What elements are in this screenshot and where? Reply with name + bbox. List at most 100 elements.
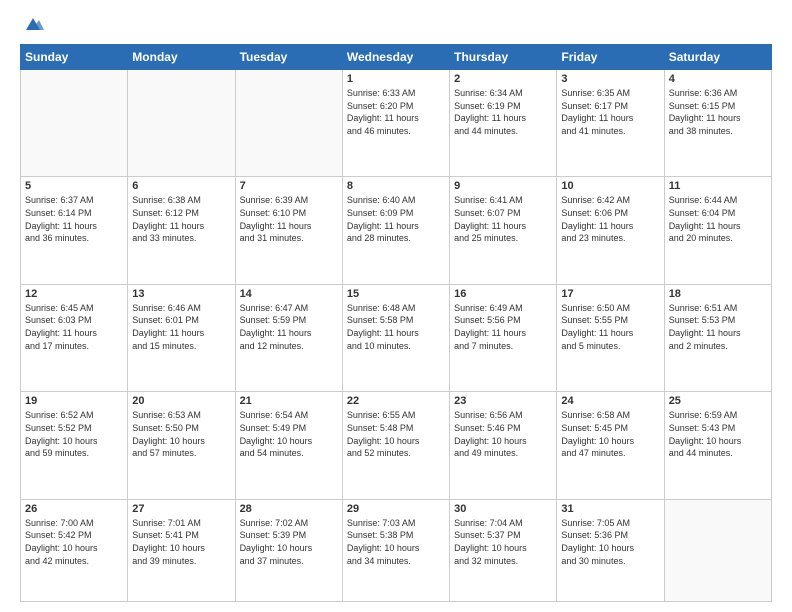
day-number: 15 bbox=[347, 288, 445, 300]
logo bbox=[20, 16, 44, 34]
weekday-header-row: SundayMondayTuesdayWednesdayThursdayFrid… bbox=[21, 45, 772, 70]
week-row-5: 26Sunrise: 7:00 AM Sunset: 5:42 PM Dayli… bbox=[21, 499, 772, 601]
weekday-header-monday: Monday bbox=[128, 45, 235, 70]
logo-icon bbox=[22, 16, 44, 34]
day-number: 6 bbox=[132, 180, 230, 192]
calendar-cell: 29 Sunrise: 7:03 AM Sunset: 5:38 PM Dayli… bbox=[342, 499, 449, 601]
calendar-cell bbox=[128, 70, 235, 177]
day-number: 5 bbox=[25, 180, 123, 192]
calendar-cell bbox=[664, 499, 771, 601]
day-number: 23 bbox=[454, 395, 552, 407]
calendar-cell: 31 Sunrise: 7:05 AM Sunset: 5:36 PM Dayli… bbox=[557, 499, 664, 601]
day-number: 25 bbox=[669, 395, 767, 407]
calendar-cell: 17 Sunrise: 6:50 AM Sunset: 5:55 PM Dayli… bbox=[557, 284, 664, 391]
calendar-cell: 25 Sunrise: 6:59 AM Sunset: 5:43 PM Dayli… bbox=[664, 392, 771, 499]
weekday-header-friday: Friday bbox=[557, 45, 664, 70]
calendar-cell: 4 Sunrise: 6:36 AM Sunset: 6:15 PM Daylig… bbox=[664, 70, 771, 177]
day-number: 8 bbox=[347, 180, 445, 192]
day-info: Sunrise: 6:50 AM Sunset: 5:55 PM Dayligh… bbox=[561, 302, 659, 352]
weekday-header-wednesday: Wednesday bbox=[342, 45, 449, 70]
header bbox=[20, 16, 772, 34]
day-number: 7 bbox=[240, 180, 338, 192]
calendar-cell: 28Sunrise: 7:02 AM Sunset: 5:39 PM Dayli… bbox=[235, 499, 342, 601]
day-info: Sunrise: 6:41 AM Sunset: 6:07 PM Dayligh… bbox=[454, 194, 552, 244]
day-info: Sunrise: 6:46 AM Sunset: 6:01 PM Dayligh… bbox=[132, 302, 230, 352]
day-info: Sunrise: 6:56 AM Sunset: 5:46 PM Dayligh… bbox=[454, 409, 552, 459]
calendar-cell: 8 Sunrise: 6:40 AM Sunset: 6:09 PM Daylig… bbox=[342, 177, 449, 284]
day-info: Sunrise: 6:39 AM Sunset: 6:10 PM Dayligh… bbox=[240, 194, 338, 244]
day-number: 11 bbox=[669, 180, 767, 192]
calendar-table: SundayMondayTuesdayWednesdayThursdayFrid… bbox=[20, 44, 772, 602]
day-number: 12 bbox=[25, 288, 123, 300]
calendar-cell: 19Sunrise: 6:52 AM Sunset: 5:52 PM Dayli… bbox=[21, 392, 128, 499]
calendar-cell: 27 Sunrise: 7:01 AM Sunset: 5:41 PM Dayli… bbox=[128, 499, 235, 601]
day-info: Sunrise: 6:54 AM Sunset: 5:49 PM Dayligh… bbox=[240, 409, 338, 459]
day-info: Sunrise: 6:59 AM Sunset: 5:43 PM Dayligh… bbox=[669, 409, 767, 459]
calendar-cell: 26Sunrise: 7:00 AM Sunset: 5:42 PM Dayli… bbox=[21, 499, 128, 601]
day-info: Sunrise: 6:34 AM Sunset: 6:19 PM Dayligh… bbox=[454, 87, 552, 137]
day-info: Sunrise: 6:58 AM Sunset: 5:45 PM Dayligh… bbox=[561, 409, 659, 459]
day-info: Sunrise: 6:47 AM Sunset: 5:59 PM Dayligh… bbox=[240, 302, 338, 352]
day-number: 30 bbox=[454, 503, 552, 515]
weekday-header-saturday: Saturday bbox=[664, 45, 771, 70]
calendar-cell: 5 Sunrise: 6:37 AM Sunset: 6:14 PM Daylig… bbox=[21, 177, 128, 284]
calendar-cell: 30 Sunrise: 7:04 AM Sunset: 5:37 PM Dayli… bbox=[450, 499, 557, 601]
calendar-cell: 1 Sunrise: 6:33 AM Sunset: 6:20 PM Daylig… bbox=[342, 70, 449, 177]
day-info: Sunrise: 6:35 AM Sunset: 6:17 PM Dayligh… bbox=[561, 87, 659, 137]
day-number: 29 bbox=[347, 503, 445, 515]
day-info: Sunrise: 6:33 AM Sunset: 6:20 PM Dayligh… bbox=[347, 87, 445, 137]
calendar-cell: 16Sunrise: 6:49 AM Sunset: 5:56 PM Dayli… bbox=[450, 284, 557, 391]
day-number: 2 bbox=[454, 73, 552, 85]
week-row-4: 19Sunrise: 6:52 AM Sunset: 5:52 PM Dayli… bbox=[21, 392, 772, 499]
day-number: 4 bbox=[669, 73, 767, 85]
day-info: Sunrise: 6:37 AM Sunset: 6:14 PM Dayligh… bbox=[25, 194, 123, 244]
calendar-cell: 15 Sunrise: 6:48 AM Sunset: 5:58 PM Dayli… bbox=[342, 284, 449, 391]
day-number: 17 bbox=[561, 288, 659, 300]
day-info: Sunrise: 6:44 AM Sunset: 6:04 PM Dayligh… bbox=[669, 194, 767, 244]
week-row-1: 1 Sunrise: 6:33 AM Sunset: 6:20 PM Daylig… bbox=[21, 70, 772, 177]
day-info: Sunrise: 7:01 AM Sunset: 5:41 PM Dayligh… bbox=[132, 517, 230, 567]
calendar-cell: 12 Sunrise: 6:45 AM Sunset: 6:03 PM Dayli… bbox=[21, 284, 128, 391]
week-row-3: 12 Sunrise: 6:45 AM Sunset: 6:03 PM Dayli… bbox=[21, 284, 772, 391]
day-info: Sunrise: 6:52 AM Sunset: 5:52 PM Dayligh… bbox=[25, 409, 123, 459]
calendar-cell: 13 Sunrise: 6:46 AM Sunset: 6:01 PM Dayli… bbox=[128, 284, 235, 391]
week-row-2: 5 Sunrise: 6:37 AM Sunset: 6:14 PM Daylig… bbox=[21, 177, 772, 284]
day-number: 27 bbox=[132, 503, 230, 515]
day-info: Sunrise: 7:00 AM Sunset: 5:42 PM Dayligh… bbox=[25, 517, 123, 567]
day-number: 3 bbox=[561, 73, 659, 85]
calendar-cell: 10 Sunrise: 6:42 AM Sunset: 6:06 PM Dayli… bbox=[557, 177, 664, 284]
day-info: Sunrise: 6:51 AM Sunset: 5:53 PM Dayligh… bbox=[669, 302, 767, 352]
day-info: Sunrise: 7:03 AM Sunset: 5:38 PM Dayligh… bbox=[347, 517, 445, 567]
calendar-cell: 2 Sunrise: 6:34 AM Sunset: 6:19 PM Daylig… bbox=[450, 70, 557, 177]
day-info: Sunrise: 6:45 AM Sunset: 6:03 PM Dayligh… bbox=[25, 302, 123, 352]
day-number: 10 bbox=[561, 180, 659, 192]
day-info: Sunrise: 6:40 AM Sunset: 6:09 PM Dayligh… bbox=[347, 194, 445, 244]
day-info: Sunrise: 6:36 AM Sunset: 6:15 PM Dayligh… bbox=[669, 87, 767, 137]
calendar-cell: 21Sunrise: 6:54 AM Sunset: 5:49 PM Dayli… bbox=[235, 392, 342, 499]
day-info: Sunrise: 6:48 AM Sunset: 5:58 PM Dayligh… bbox=[347, 302, 445, 352]
calendar-cell: 22 Sunrise: 6:55 AM Sunset: 5:48 PM Dayli… bbox=[342, 392, 449, 499]
weekday-header-tuesday: Tuesday bbox=[235, 45, 342, 70]
day-number: 20 bbox=[132, 395, 230, 407]
day-number: 1 bbox=[347, 73, 445, 85]
calendar-cell: 24 Sunrise: 6:58 AM Sunset: 5:45 PM Dayli… bbox=[557, 392, 664, 499]
calendar-cell: 9 Sunrise: 6:41 AM Sunset: 6:07 PM Daylig… bbox=[450, 177, 557, 284]
day-info: Sunrise: 7:05 AM Sunset: 5:36 PM Dayligh… bbox=[561, 517, 659, 567]
day-number: 24 bbox=[561, 395, 659, 407]
day-number: 31 bbox=[561, 503, 659, 515]
day-number: 9 bbox=[454, 180, 552, 192]
calendar-cell: 14Sunrise: 6:47 AM Sunset: 5:59 PM Dayli… bbox=[235, 284, 342, 391]
calendar-cell: 18Sunrise: 6:51 AM Sunset: 5:53 PM Dayli… bbox=[664, 284, 771, 391]
calendar-cell: 6Sunrise: 6:38 AM Sunset: 6:12 PM Daylig… bbox=[128, 177, 235, 284]
calendar-cell: 3 Sunrise: 6:35 AM Sunset: 6:17 PM Daylig… bbox=[557, 70, 664, 177]
day-info: Sunrise: 6:42 AM Sunset: 6:06 PM Dayligh… bbox=[561, 194, 659, 244]
calendar-cell bbox=[21, 70, 128, 177]
day-number: 13 bbox=[132, 288, 230, 300]
calendar-cell: 7 Sunrise: 6:39 AM Sunset: 6:10 PM Daylig… bbox=[235, 177, 342, 284]
weekday-header-thursday: Thursday bbox=[450, 45, 557, 70]
day-info: Sunrise: 7:04 AM Sunset: 5:37 PM Dayligh… bbox=[454, 517, 552, 567]
calendar-cell: 20Sunrise: 6:53 AM Sunset: 5:50 PM Dayli… bbox=[128, 392, 235, 499]
day-info: Sunrise: 6:55 AM Sunset: 5:48 PM Dayligh… bbox=[347, 409, 445, 459]
calendar-cell: 23 Sunrise: 6:56 AM Sunset: 5:46 PM Dayli… bbox=[450, 392, 557, 499]
day-number: 22 bbox=[347, 395, 445, 407]
